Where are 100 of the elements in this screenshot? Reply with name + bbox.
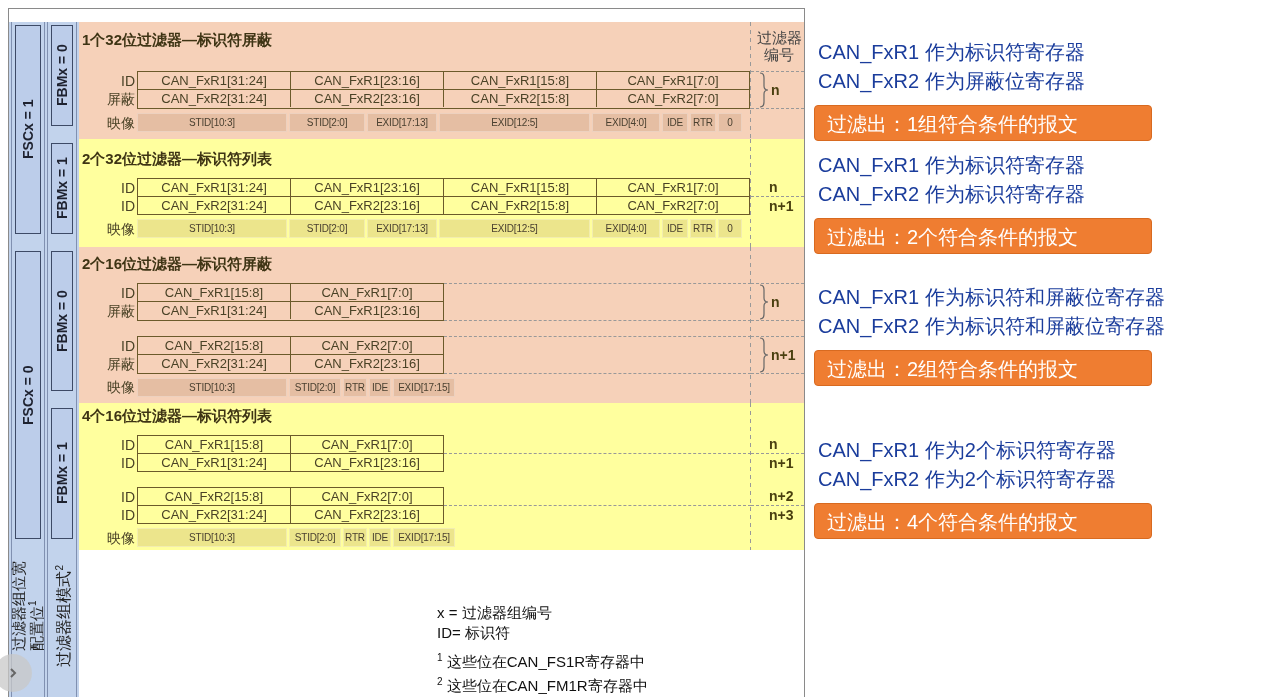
- mapping-cell: EXID[12:5]: [439, 219, 590, 238]
- table-cell: CAN_FxR2[23:16]: [290, 354, 443, 372]
- result-label: 过滤出：2组符合条件的报文: [814, 350, 1152, 386]
- row-label: ID: [120, 336, 135, 355]
- result-label: 过滤出：1组符合条件的报文: [814, 104, 1152, 141]
- table-cell: CAN_FxR1[23:16]: [290, 454, 443, 472]
- table-cell: CAN_FxR2[7:0]: [596, 197, 749, 214]
- table-cell-text: CAN_FxR2[31:24]: [160, 90, 268, 108]
- table-cell-text: CAN_FxR1[31:24]: [160, 72, 268, 90]
- legend-text: ID= 标识符: [437, 624, 511, 641]
- column-header: 过滤器编号: [755, 29, 803, 64]
- mapping-cell: STID[10:3]: [137, 528, 287, 548]
- mode-setting: FBMx = 0: [51, 25, 73, 126]
- explanation-text: CAN_FxR1 作为标识符寄存器: [817, 152, 1085, 179]
- row-label: 屏蔽: [106, 90, 135, 109]
- row-label: ID: [120, 453, 135, 472]
- mapping-cell: STID[2:0]: [289, 377, 341, 397]
- table-cell: CAN_FxR1[23:16]: [290, 301, 443, 319]
- row-label: 映像: [106, 378, 135, 397]
- row-label: ID: [120, 435, 135, 454]
- table-cell-text: CAN_FxR2[15:8]: [163, 336, 265, 354]
- row-label: ID: [120, 72, 135, 91]
- mapping-cell: EXID[17:15]: [393, 377, 455, 397]
- mapping-cell: EXID[17:15]: [393, 528, 455, 548]
- mapping-cell: IDE: [369, 377, 391, 397]
- table-cell: CAN_FxR1[7:0]: [290, 436, 443, 454]
- expand-button[interactable]: [0, 654, 32, 692]
- mode-setting: FBMx = 0: [51, 251, 73, 391]
- table-cell: CAN_FxR2[7:0]: [596, 90, 749, 108]
- legend-text: $^{2}$ 这些位在CAN_FM1R寄存器中: [437, 675, 649, 694]
- mapping-cell: IDE: [369, 528, 391, 548]
- filter-number: n: [771, 293, 780, 310]
- mapping-cell: EXID[4:0]: [592, 113, 660, 133]
- bit-width-setting: FSCx = 0: [15, 251, 41, 539]
- table-cell: CAN_FxR1[7:0]: [596, 72, 749, 90]
- explanation-text: CAN_FxR2 作为标识符寄存器: [817, 181, 1085, 208]
- table-cell: CAN_FxR1[23:16]: [290, 72, 443, 90]
- table-cell-text: CAN_FxR2[15:8]: [163, 488, 265, 506]
- table-cell: CAN_FxR2[15:8]: [443, 197, 596, 214]
- mapping-cell: STID[2:0]: [289, 528, 341, 548]
- table-cell-text: CAN_FxR1[31:24]: [160, 301, 268, 319]
- row-label: 映像: [106, 219, 135, 238]
- table-cell: CAN_FxR1[23:16]: [290, 179, 443, 196]
- row-label: ID: [120, 283, 135, 302]
- explanation-text: CAN_FxR1 作为标识符寄存器: [817, 39, 1085, 66]
- filter-number: n+2: [751, 487, 804, 507]
- filter-number: n+3: [768, 506, 795, 525]
- row-label: ID: [120, 196, 135, 215]
- row-label: 屏蔽: [106, 354, 135, 373]
- row-label: ID: [120, 178, 135, 197]
- row-label: 映像: [106, 113, 135, 132]
- table-cell: CAN_FxR1[7:0]: [596, 179, 749, 196]
- explanation-text: CAN_FxR2 作为标识符和屏蔽位寄存器: [817, 314, 1165, 340]
- explanation-text: CAN_FxR1 作为2个标识符寄存器: [817, 437, 1116, 464]
- mapping-cell: EXID[17:13]: [367, 219, 437, 238]
- mapping-cell: STID[2:0]: [289, 113, 365, 133]
- table-cell: CAN_FxR1[15:8]: [443, 179, 596, 196]
- mode-setting: FBMx = 1: [51, 408, 73, 539]
- filter-number: n+1: [768, 197, 795, 215]
- section-title: 2个32位过滤器—标识符列表: [81, 149, 274, 169]
- table-cell-text: CAN_FxR1[15:8]: [163, 436, 265, 454]
- table-cell: CAN_FxR1[7:0]: [290, 283, 443, 301]
- table-cell: CAN_FxR1[15:8]: [443, 72, 596, 90]
- mapping-cell: RTR: [690, 113, 716, 133]
- mapping-cell: RTR: [690, 219, 716, 238]
- brace-icon: [759, 336, 769, 373]
- filter-number: n: [751, 178, 804, 197]
- table-cell-text: CAN_FxR2[31:24]: [160, 354, 268, 372]
- section-title: 2个16位过滤器—标识符屏蔽: [81, 253, 274, 274]
- mapping-cell: IDE: [662, 219, 688, 238]
- legend-text: $^{1}$ 这些位在CAN_FS1R寄存器中: [437, 651, 647, 670]
- section-title: 1个32位过滤器—标识符屏蔽: [81, 30, 274, 51]
- section-title: 4个16位过滤器—标识符列表: [81, 406, 274, 427]
- filter-number: n+1: [771, 346, 796, 363]
- row-label: 屏蔽: [106, 301, 135, 320]
- mapping-cell: 0: [718, 219, 742, 238]
- table-cell: CAN_FxR2[23:16]: [290, 90, 443, 108]
- filter-number: n: [751, 435, 804, 455]
- bit-width-setting: FSCx = 1: [15, 25, 41, 234]
- table-cell: CAN_FxR2[7:0]: [290, 488, 443, 506]
- mapping-cell: RTR: [343, 528, 367, 548]
- table-cell: CAN_FxR2[7:0]: [290, 336, 443, 354]
- table-cell: CAN_FxR2[23:16]: [290, 197, 443, 214]
- brace-icon: [759, 72, 769, 109]
- row-label: ID: [120, 505, 135, 524]
- table-cell: CAN_FxR2[15:8]: [443, 90, 596, 108]
- table-cell-text: CAN_FxR1[15:8]: [163, 283, 265, 301]
- mapping-cell: STID[10:3]: [137, 219, 287, 238]
- table-cell-text: CAN_FxR1[31:24]: [160, 179, 268, 196]
- mode-setting: FBMx = 1: [51, 143, 73, 234]
- mapping-cell: EXID[17:13]: [367, 113, 437, 133]
- table-cell-text: CAN_FxR1[31:24]: [160, 454, 268, 472]
- row-label: ID: [120, 487, 135, 506]
- filter-number: n+1: [768, 454, 795, 473]
- table-cell-text: CAN_FxR2[31:24]: [160, 197, 268, 214]
- mapping-cell: STID[2:0]: [289, 219, 365, 238]
- chevron-right-icon: [8, 667, 18, 679]
- filter-number: n: [771, 82, 780, 99]
- explanation-text: CAN_FxR2 作为2个标识符寄存器: [817, 466, 1116, 493]
- result-label: 过滤出：4个符合条件的报文: [814, 502, 1152, 539]
